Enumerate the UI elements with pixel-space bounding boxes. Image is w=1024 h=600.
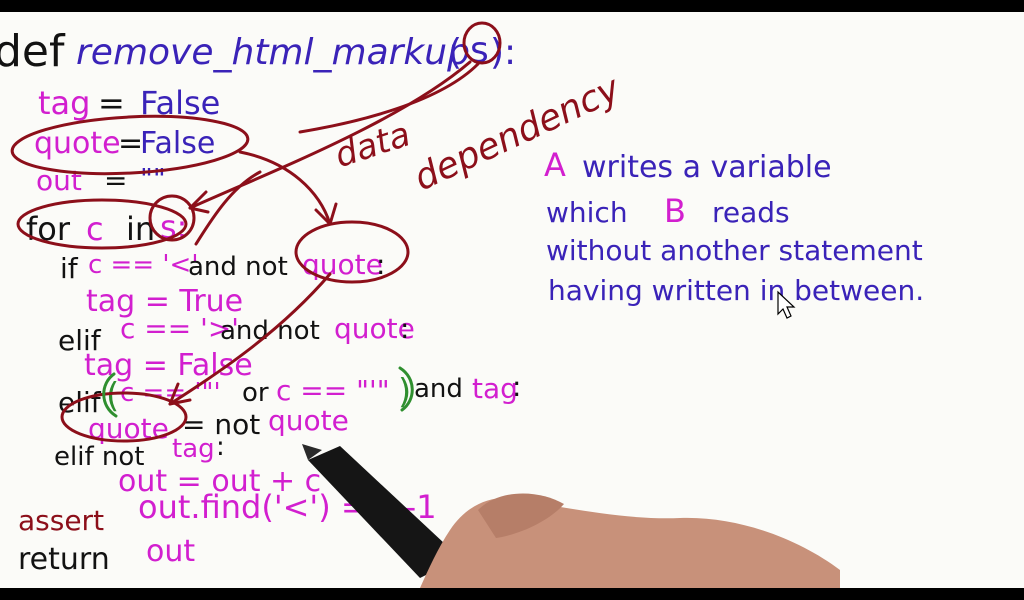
- mouse-cursor-icon: [777, 290, 796, 319]
- circle-for-s: [148, 194, 196, 242]
- circle-quote-assign: [60, 391, 188, 443]
- whiteboard-canvas: def remove_html_markup ( s ): tag = Fals…: [0, 12, 1024, 588]
- arrow-quote-to-if: [238, 150, 332, 226]
- hand-with-marker: [302, 444, 840, 588]
- arrow-s-to-data: [298, 62, 480, 134]
- circle-for-line: [16, 198, 188, 250]
- arrow-s-to-for: [188, 60, 472, 210]
- circle-quote-init: [10, 114, 250, 176]
- circle-if-quote: [294, 220, 410, 284]
- circle-param-s: [462, 21, 502, 65]
- green-close-paren-stroke: [398, 366, 414, 412]
- arrow-if-to-quote-assign: [168, 272, 332, 406]
